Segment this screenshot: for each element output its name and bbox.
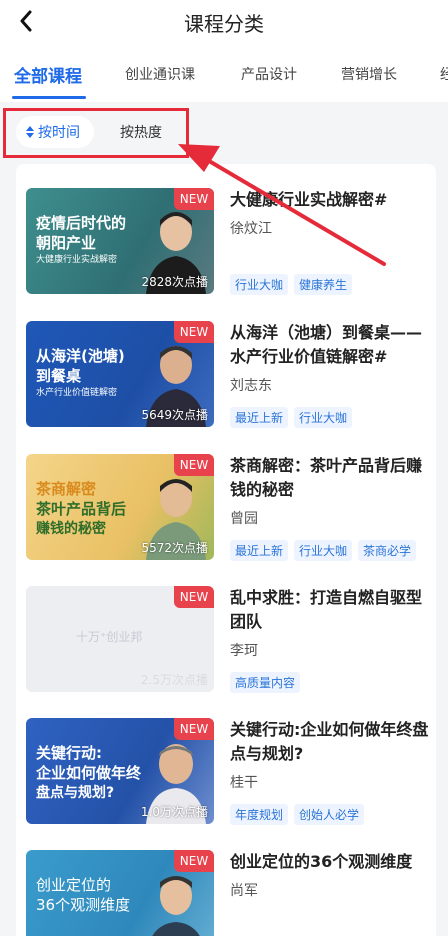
new-badge: NEW	[174, 321, 214, 343]
course-tag[interactable]: 最近上新	[230, 407, 289, 428]
course-tag[interactable]: 高质量内容	[230, 672, 301, 693]
tab-partial[interactable]: 经	[440, 64, 448, 84]
course-author: 刘志东	[230, 378, 272, 394]
thumb-title-line2: 茶叶产品背后	[36, 500, 127, 518]
course-title: 茶商解密：茶叶产品背后赚钱的秘密	[230, 456, 423, 499]
course-list: 疫情后时代的 朝阳产业 大健康行业实战解密 NEW 2828次点播 大健康行业实…	[16, 164, 436, 936]
course-title: 关键行动:企业如何做年终盘点与规划?	[230, 720, 429, 763]
thumb-subtitle: 赚钱的秘密	[36, 521, 106, 537]
page-title: 课程分类	[184, 12, 264, 36]
thumb-subtitle: 盘点与规划?	[36, 785, 115, 801]
category-tabs: 全部课程 创业通识课 产品设计 营销增长 经	[0, 44, 448, 102]
thumb-title-line2: 企业如何做年终	[36, 764, 142, 782]
play-count: 2828次点播	[141, 275, 208, 289]
course-tags: 年度规划 创始人必学	[230, 804, 365, 825]
course-tags: 高质量内容	[230, 672, 301, 693]
course-tag[interactable]: 行业大咖	[294, 540, 353, 561]
thumb-title-line1: 疫情后时代的	[36, 214, 127, 232]
course-author: 桂干	[230, 775, 258, 791]
course-item[interactable]: 从海洋(池塘) 到餐桌 水产行业价值链解密 NEW 5649次点播 从海洋（池塘…	[16, 321, 436, 441]
tab-marketing-growth[interactable]: 营销增长	[341, 64, 397, 84]
course-tag[interactable]: 创始人必学	[294, 804, 365, 825]
course-item[interactable]: 十万⁺创业邦 NEW 2.5万次点播 乱中求胜：打造自燃自驱型团队 李珂 高质量…	[16, 586, 436, 706]
course-thumbnail: 十万⁺创业邦 NEW 2.5万次点播	[26, 586, 214, 692]
thumb-title-line1: 从海洋(池塘)	[36, 347, 125, 365]
annotation-highlight-box	[3, 108, 189, 158]
thumb-title-line1: 茶商解密	[36, 480, 97, 498]
course-tag[interactable]: 行业大咖	[294, 407, 353, 428]
course-title: 大健康行业实战解密#	[230, 190, 388, 209]
thumb-title-line2: 36个观测维度	[36, 896, 131, 914]
new-badge: NEW	[174, 718, 214, 740]
nav-bar: 课程分类	[0, 0, 448, 44]
course-thumbnail: 疫情后时代的 朝阳产业 大健康行业实战解密 NEW 2828次点播	[26, 188, 214, 294]
course-item[interactable]: 关键行动: 企业如何做年终 盘点与规划? NEW 1.0万次点播 关键行动:企业…	[16, 718, 436, 838]
course-author: 李珂	[230, 643, 258, 659]
active-tab-indicator	[12, 96, 86, 99]
course-title: 从海洋（池塘）到餐桌——水产行业价值链解密#	[230, 323, 423, 366]
new-badge: NEW	[174, 188, 214, 210]
course-tag[interactable]: 行业大咖	[230, 274, 289, 295]
course-title: 乱中求胜：打造自燃自驱型团队	[230, 588, 423, 631]
course-tags: 行业大咖 健康养生	[230, 274, 353, 295]
speaker-photo	[152, 876, 200, 936]
new-badge: NEW	[174, 454, 214, 476]
play-count: 5649次点播	[141, 408, 208, 422]
course-author: 曾园	[230, 511, 258, 527]
play-count: 5572次点播	[141, 541, 208, 555]
course-tag[interactable]: 年度规划	[230, 804, 289, 825]
course-tags: 最近上新 行业大咖 茶商必学	[230, 540, 417, 561]
thumb-title-line2: 到餐桌	[36, 367, 82, 385]
course-item[interactable]: 茶商解密 茶叶产品背后 赚钱的秘密 NEW 5572次点播 茶商解密：茶叶产品背…	[16, 454, 436, 574]
tab-all-courses[interactable]: 全部课程	[14, 62, 82, 87]
thumb-subtitle: 水产行业价值链解密	[36, 388, 118, 398]
course-tags: 最近上新 行业大咖	[230, 407, 353, 428]
thumb-placeholder-logo: 十万⁺创业邦	[76, 630, 143, 644]
tab-startup-basics[interactable]: 创业通识课	[125, 64, 195, 84]
course-thumbnail: 茶商解密 茶叶产品背后 赚钱的秘密 NEW 5572次点播	[26, 454, 214, 560]
thumb-title-line1: 创业定位的	[36, 876, 112, 894]
course-thumbnail: 关键行动: 企业如何做年终 盘点与规划? NEW 1.0万次点播	[26, 718, 214, 824]
tab-product-design[interactable]: 产品设计	[241, 64, 297, 84]
thumb-title-line1: 关键行动:	[36, 744, 102, 762]
course-thumbnail: 创业定位的 36个观测维度 NEW	[26, 850, 214, 936]
course-author: 尚军	[230, 883, 258, 899]
new-badge: NEW	[174, 586, 214, 608]
course-item[interactable]: 创业定位的 36个观测维度 NEW 创业定位的36个观测维度 尚军	[16, 850, 436, 936]
new-badge: NEW	[174, 850, 214, 872]
course-title: 创业定位的36个观测维度	[230, 852, 413, 871]
course-author: 徐炆江	[230, 221, 272, 237]
course-tag[interactable]: 茶商必学	[358, 540, 417, 561]
course-tag[interactable]: 最近上新	[230, 540, 289, 561]
thumb-title-line2: 朝阳产业	[36, 234, 97, 252]
course-item[interactable]: 疫情后时代的 朝阳产业 大健康行业实战解密 NEW 2828次点播 大健康行业实…	[16, 188, 436, 308]
course-tag[interactable]: 健康养生	[294, 274, 353, 295]
play-count: 1.0万次点播	[140, 805, 208, 819]
play-count: 2.5万次点播	[140, 673, 208, 687]
thumb-subtitle: 大健康行业实战解密	[36, 255, 118, 265]
course-thumbnail: 从海洋(池塘) 到餐桌 水产行业价值链解密 NEW 5649次点播	[26, 321, 214, 427]
